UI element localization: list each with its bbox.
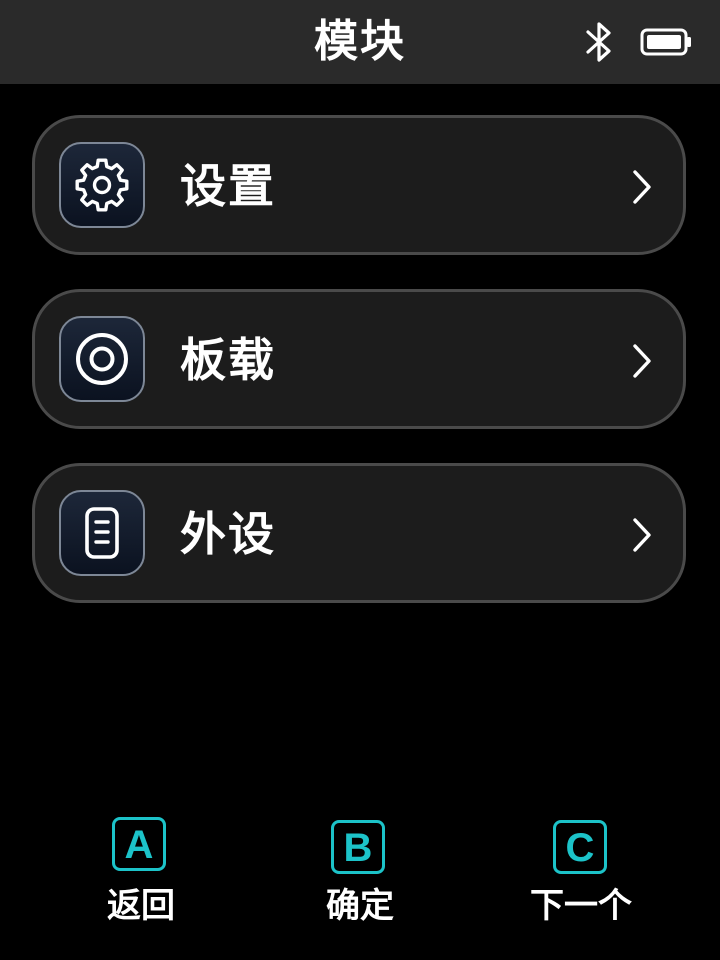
chevron-right-icon — [633, 518, 651, 552]
menu-item-label: 外设 — [180, 507, 276, 561]
menu-item-label: 设置 — [180, 159, 276, 213]
confirm-button[interactable]: B 确定 — [290, 815, 430, 935]
device-icon — [85, 507, 119, 559]
key-c-badge: C — [553, 820, 607, 874]
back-button[interactable]: A 返回 — [71, 815, 211, 935]
back-label: 返回 — [107, 886, 175, 926]
onboard-tile — [59, 316, 145, 402]
menu-item-onboard[interactable]: 板载 — [32, 289, 686, 429]
confirm-label: 确定 — [326, 886, 394, 926]
status-header: 模块 — [0, 0, 720, 84]
key-a-badge: A — [112, 817, 166, 871]
chevron-right-icon — [633, 170, 651, 204]
battery-icon — [640, 28, 691, 56]
next-button[interactable]: C 下一个 — [506, 815, 656, 935]
bluetooth-icon — [586, 22, 611, 62]
menu-item-label: 板载 — [180, 333, 276, 387]
peripherals-tile — [59, 490, 145, 576]
menu-item-settings[interactable]: 设置 — [32, 115, 686, 255]
gear-icon — [75, 158, 129, 212]
chevron-right-icon — [633, 344, 651, 378]
next-label: 下一个 — [530, 886, 632, 926]
settings-tile — [59, 142, 145, 228]
key-b-badge: B — [331, 820, 385, 874]
menu-item-peripherals[interactable]: 外设 — [32, 463, 686, 603]
target-icon — [76, 333, 128, 385]
